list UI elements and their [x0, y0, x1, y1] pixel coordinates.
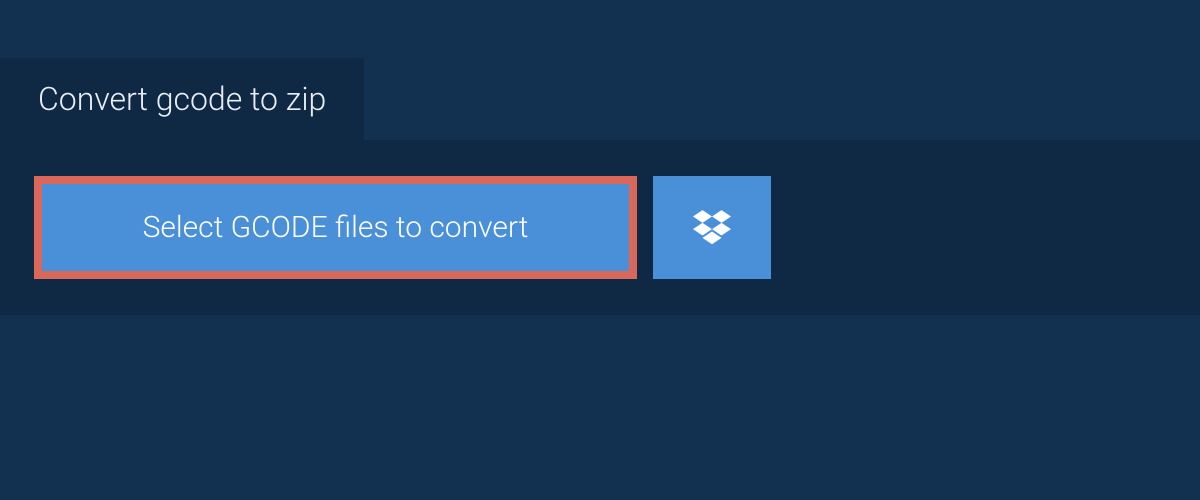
upload-panel: Select GCODE files to convert: [0, 140, 1200, 315]
page-title: Convert gcode to zip: [38, 80, 326, 118]
select-files-button[interactable]: Select GCODE files to convert: [34, 176, 637, 279]
dropbox-button[interactable]: [653, 176, 771, 279]
select-files-label: Select GCODE files to convert: [143, 210, 529, 245]
dropbox-icon: [693, 207, 731, 249]
button-row: Select GCODE files to convert: [34, 176, 1166, 279]
header-tab: Convert gcode to zip: [0, 58, 364, 140]
